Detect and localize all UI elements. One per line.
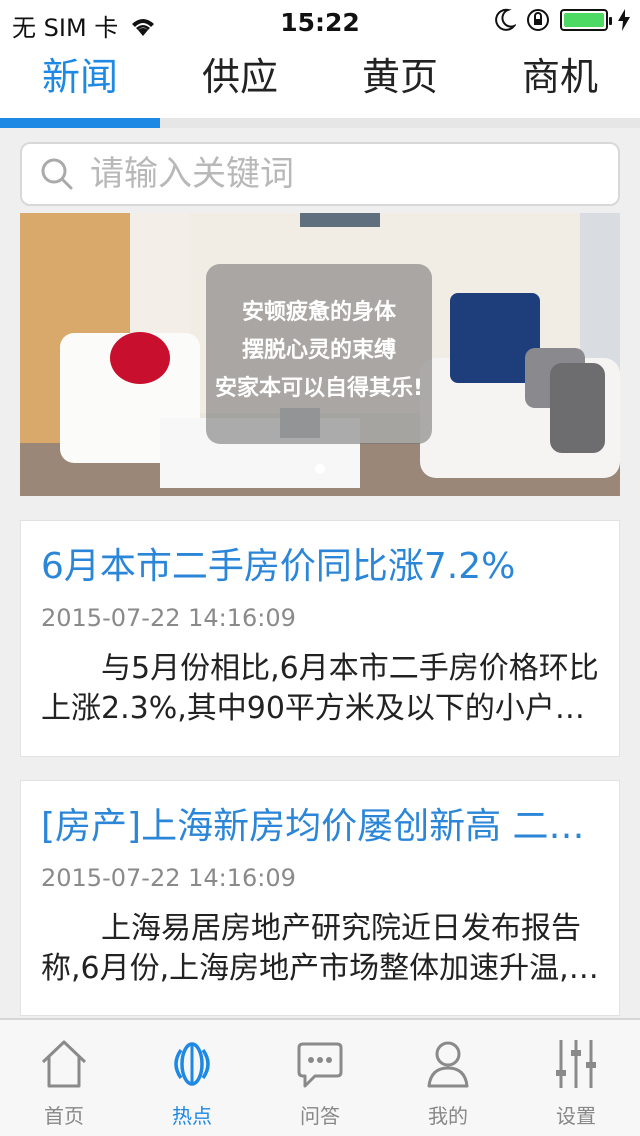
nav-label: 我的 [428, 1104, 468, 1128]
tab-indicator [0, 118, 160, 128]
nav-home[interactable]: 首页 [0, 1020, 128, 1136]
hotspot-icon [174, 1042, 210, 1086]
news-card[interactable]: 6月本市二手房价同比涨7.2% 2015-07-22 14:16:09 与5月份… [20, 520, 620, 757]
battery-level [564, 13, 604, 27]
tab-supply[interactable]: 供应 [160, 44, 320, 126]
status-right [494, 8, 630, 32]
news-timestamp: 2015-07-22 14:16:09 [41, 604, 296, 632]
tab-business[interactable]: 商机 [480, 44, 640, 126]
battery-icon [560, 9, 612, 31]
search-icon [41, 158, 73, 190]
nav-label: 问答 [300, 1104, 340, 1128]
nav-label: 热点 [172, 1104, 212, 1128]
banner-carousel[interactable]: 安顿疲惫的身体 摆脱心灵的束缚 安家本可以自得其乐! [20, 213, 620, 496]
charging-bolt-icon [618, 9, 630, 31]
tab-news[interactable]: 新闻 [0, 44, 160, 126]
news-summary: 与5月份相比,6月本市二手房价格环比上涨2.3%,其中90平方米及以下的小户… [41, 651, 599, 726]
status-bar: 无 SIM 卡 15:22 [0, 0, 640, 44]
carousel-dot[interactable] [315, 464, 325, 474]
news-summary: 上海易居房地产研究院近日发布报告称,6月份,上海房地产市场整体加速升温,… [41, 911, 599, 986]
category-tabs: 新闻 供应 黄页 商机 [0, 44, 640, 126]
tab-yellow-pages[interactable]: 黄页 [320, 44, 480, 126]
home-icon [41, 1040, 87, 1088]
banner-caption-line: 摆脱心灵的束缚 [241, 338, 396, 363]
tab-indicator-track [0, 118, 640, 128]
chat-icon [297, 1042, 343, 1088]
user-icon [427, 1041, 469, 1088]
banner-caption: 安顿疲惫的身体 摆脱心灵的束缚 安家本可以自得其乐! [206, 264, 432, 444]
nav-label: 设置 [556, 1104, 596, 1128]
nav-hotspot[interactable]: 热点 [128, 1020, 256, 1136]
rotation-lock-icon [527, 9, 549, 31]
news-title[interactable]: [房产]上海新房均价屡创新高 二… [41, 803, 599, 851]
news-title[interactable]: 6月本市二手房价同比涨7.2% [41, 543, 599, 591]
banner-caption-line: 安家本可以自得其乐! [214, 376, 424, 401]
news-timestamp: 2015-07-22 14:16:09 [41, 864, 296, 892]
banner-caption-line: 安顿疲惫的身体 [241, 300, 396, 325]
search-input[interactable] [90, 154, 610, 194]
nav-settings[interactable]: 设置 [512, 1020, 640, 1136]
nav-qa[interactable]: 问答 [256, 1020, 384, 1136]
settings-sliders-icon [556, 1040, 596, 1088]
news-card[interactable]: [房产]上海新房均价屡创新高 二… 2015-07-22 14:16:09 上海… [20, 780, 620, 1016]
nav-mine[interactable]: 我的 [384, 1020, 512, 1136]
nav-label: 首页 [44, 1104, 84, 1128]
moon-icon [495, 8, 516, 31]
search-bar[interactable] [20, 142, 620, 206]
carousel-dots [20, 464, 620, 474]
bottom-nav: 首页 热点 问答 我的 设置 [0, 1018, 640, 1136]
